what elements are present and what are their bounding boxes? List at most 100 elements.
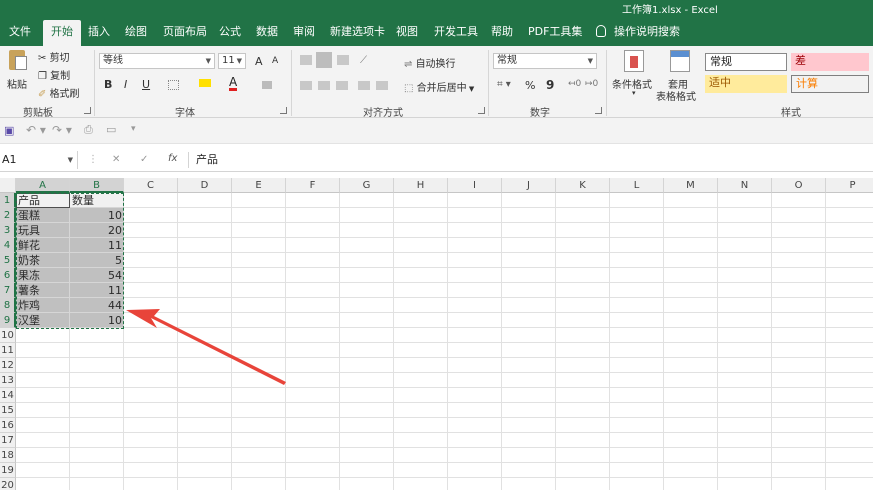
column-header-p[interactable]: P — [826, 178, 873, 193]
table-format-button-line2[interactable]: 表格格式 — [656, 88, 696, 103]
align-bottom-icon[interactable] — [337, 55, 349, 65]
select-all-corner[interactable] — [0, 178, 16, 193]
border-icon[interactable] — [168, 80, 179, 90]
undo-icon[interactable]: ↶ ▾ — [26, 123, 46, 137]
column-header-o[interactable]: O — [772, 178, 826, 193]
column-header-a[interactable]: A — [16, 178, 70, 193]
increase-decimal-icon[interactable]: ↤0 — [568, 79, 581, 89]
name-box[interactable]: A1 ▼ — [0, 151, 78, 169]
insert-function-button[interactable]: fx — [168, 153, 177, 164]
cell-a1-header-product[interactable]: 产品 — [16, 193, 70, 208]
number-format-select[interactable]: 常规 ▼ — [493, 53, 597, 69]
decrease-indent-icon[interactable] — [358, 81, 370, 90]
align-middle-icon[interactable] — [316, 52, 332, 68]
font-color-button[interactable]: A — [229, 76, 238, 91]
save-icon[interactable]: ▣ — [4, 124, 14, 137]
column-header-k[interactable]: K — [556, 178, 610, 193]
cell-b1-header-qty[interactable]: 数量 — [70, 193, 124, 208]
tell-me-search[interactable]: 操作说明搜索 — [596, 20, 680, 46]
tab-new[interactable]: 新建选项卡 — [330, 20, 385, 46]
row-header-18[interactable]: 18 — [0, 448, 16, 463]
row-header-13[interactable]: 13 — [0, 373, 16, 388]
row-header-15[interactable]: 15 — [0, 403, 16, 418]
tab-home[interactable]: 开始 — [43, 20, 81, 46]
accounting-icon[interactable]: ⌗ ▾ — [497, 79, 511, 90]
column-header-j[interactable]: J — [502, 178, 556, 193]
worksheet-grid[interactable]: A B C D E F G H I J K L M N O P 1 2 3 4 5 6 7 8 9 10 11 12 13 14 15 16 1… — [0, 178, 873, 490]
shrink-font-button[interactable]: A — [272, 56, 278, 66]
row-header-1[interactable]: 1 — [0, 193, 16, 208]
phonetic-icon[interactable] — [262, 81, 272, 89]
style-normal[interactable]: 常规 — [705, 53, 787, 71]
tab-pdf[interactable]: PDF工具集 — [528, 20, 582, 46]
font-size-select[interactable]: 11 ▼ — [218, 53, 246, 69]
cell-qty[interactable]: 44 — [70, 298, 124, 313]
cancel-button[interactable]: ✕ — [112, 154, 120, 165]
row-header-19[interactable]: 19 — [0, 463, 16, 478]
row-header-5[interactable]: 5 — [0, 253, 16, 268]
cell-product[interactable]: 鲜花 — [16, 238, 70, 253]
row-header-6[interactable]: 6 — [0, 268, 16, 283]
row-header-3[interactable]: 3 — [0, 223, 16, 238]
row-header-4[interactable]: 4 — [0, 238, 16, 253]
row-header-9[interactable]: 9 — [0, 313, 16, 328]
cell-product[interactable]: 薯条 — [16, 283, 70, 298]
column-header-l[interactable]: L — [610, 178, 664, 193]
print-preview-icon[interactable]: ⎙ — [84, 123, 93, 137]
column-header-i[interactable]: I — [448, 178, 502, 193]
row-header-20[interactable]: 20 — [0, 478, 16, 490]
tab-data[interactable]: 数据 — [256, 20, 278, 46]
tab-insert[interactable]: 插入 — [88, 20, 110, 46]
decrease-decimal-icon[interactable]: ↦0 — [585, 79, 598, 89]
tab-help[interactable]: 帮助 — [491, 20, 513, 46]
align-right-icon[interactable] — [336, 81, 348, 90]
cell-qty[interactable]: 10 — [70, 208, 124, 223]
percent-button[interactable]: % — [525, 79, 535, 92]
row-header-7[interactable]: 7 — [0, 283, 16, 298]
tab-file[interactable]: 文件 — [9, 20, 31, 46]
column-header-e[interactable]: E — [232, 178, 286, 193]
fill-color-icon[interactable] — [199, 79, 211, 87]
wrap-text-button[interactable]: ⇌ 自动换行 — [404, 55, 456, 70]
underline-button[interactable]: U — [142, 78, 150, 91]
number-launcher-icon[interactable] — [595, 107, 602, 114]
row-header-8[interactable]: 8 — [0, 298, 16, 313]
cell-product[interactable]: 炸鸡 — [16, 298, 70, 313]
cell-qty[interactable]: 10 — [70, 313, 124, 328]
align-top-icon[interactable] — [300, 55, 312, 65]
customize-qat-icon[interactable]: ▾ — [131, 124, 136, 134]
style-neutral[interactable]: 适中 — [705, 75, 787, 93]
tab-draw[interactable]: 绘图 — [125, 20, 147, 46]
cell-product[interactable]: 玩具 — [16, 223, 70, 238]
cell-qty[interactable]: 11 — [70, 283, 124, 298]
alignment-launcher-icon[interactable] — [478, 107, 485, 114]
cell-qty[interactable]: 20 — [70, 223, 124, 238]
cell-qty[interactable]: 5 — [70, 253, 124, 268]
tab-formulas[interactable]: 公式 — [219, 20, 241, 46]
row-header-10[interactable]: 10 — [0, 328, 16, 343]
align-center-icon[interactable] — [318, 81, 330, 90]
copy-button[interactable]: ❐ 复制 — [38, 67, 70, 82]
cell-product[interactable]: 汉堡 — [16, 313, 70, 328]
enter-button[interactable]: ✓ — [140, 154, 148, 165]
row-header-17[interactable]: 17 — [0, 433, 16, 448]
cell-qty[interactable]: 54 — [70, 268, 124, 283]
redo-icon[interactable]: ↷ ▾ — [52, 123, 72, 137]
increase-indent-icon[interactable] — [376, 81, 388, 90]
row-header-14[interactable]: 14 — [0, 388, 16, 403]
comma-button[interactable]: 9 — [546, 78, 554, 92]
column-header-n[interactable]: N — [718, 178, 772, 193]
clipboard-launcher-icon[interactable] — [84, 107, 91, 114]
row-header-2[interactable]: 2 — [0, 208, 16, 223]
formula-input[interactable]: 产品 — [196, 151, 218, 169]
tab-page-layout[interactable]: 页面布局 — [163, 20, 207, 46]
align-left-icon[interactable] — [300, 81, 312, 90]
column-header-d[interactable]: D — [178, 178, 232, 193]
orientation-icon[interactable]: ⟋ — [360, 55, 367, 66]
cell-product[interactable]: 果冻 — [16, 268, 70, 283]
format-painter-button[interactable]: ✐ 格式刷 — [38, 85, 80, 100]
column-header-c[interactable]: C — [124, 178, 178, 193]
tab-view[interactable]: 视图 — [396, 20, 418, 46]
font-launcher-icon[interactable] — [280, 107, 287, 114]
bold-button[interactable]: B — [104, 78, 112, 91]
